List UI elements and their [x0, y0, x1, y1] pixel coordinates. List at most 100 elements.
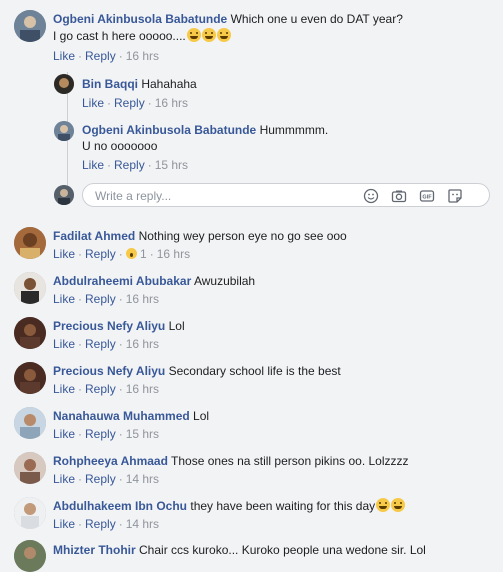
reply-link[interactable]: Reply — [85, 49, 116, 63]
avatar-image — [14, 272, 46, 304]
reply-link[interactable]: Reply — [114, 96, 145, 110]
comment-line-1: Ogbeni Akinbusola Babatunde Which one u … — [53, 11, 403, 27]
comment-author[interactable]: Precious Nefy Aliyu — [53, 364, 165, 378]
comment-line: Abdulraheemi Abubakar Awuzubilah — [53, 273, 255, 289]
avatar[interactable] — [14, 317, 46, 349]
avatar[interactable] — [14, 10, 46, 42]
separator: · — [78, 337, 83, 351]
grin-emoji-icon — [186, 28, 201, 42]
comment-actions: Like · Reply · 14 hrs — [53, 516, 159, 532]
avatar[interactable] — [14, 407, 46, 439]
reply-link[interactable]: Reply — [114, 158, 145, 172]
timestamp[interactable]: 14 hrs — [126, 472, 159, 486]
avatar[interactable] — [14, 540, 46, 572]
avatar[interactable] — [14, 362, 46, 394]
avatar[interactable] — [14, 227, 46, 259]
comment-line: Precious Nefy Aliyu Secondary school lif… — [53, 363, 341, 379]
reply-input[interactable] — [93, 187, 347, 205]
reply-actions: Like · Reply · 15 hrs — [82, 157, 188, 173]
avatar-image — [14, 317, 46, 349]
avatar[interactable] — [14, 272, 46, 304]
like-link[interactable]: Like — [53, 517, 75, 531]
gif-icon[interactable]: GIF — [419, 188, 435, 204]
separator: · — [118, 292, 123, 306]
separator: · — [118, 472, 123, 486]
reply-link[interactable]: Reply — [85, 382, 116, 396]
timestamp[interactable]: 16 hrs — [126, 382, 159, 396]
separator: · — [78, 292, 83, 306]
comment-text: Lol — [193, 409, 210, 423]
avatar-image — [14, 540, 46, 572]
separator: · — [107, 96, 112, 110]
avatar-image — [14, 227, 46, 259]
comment-text: Lol — [168, 319, 185, 333]
reply-line-2: U no ooooooo — [82, 138, 157, 154]
like-link[interactable]: Like — [53, 472, 75, 486]
avatar-image — [14, 362, 46, 394]
timestamp[interactable]: 16 hrs — [155, 96, 188, 110]
reply-link[interactable]: Reply — [85, 472, 116, 486]
like-link[interactable]: Like — [53, 247, 75, 261]
like-link[interactable]: Like — [53, 382, 75, 396]
comment-actions: Like · Reply · 14 hrs — [53, 471, 159, 487]
sticker-icon[interactable] — [447, 188, 463, 204]
avatar-image — [14, 452, 46, 484]
comment-author[interactable]: Abdulhakeem Ibn Ochu — [53, 499, 187, 513]
comment-text-continued: I go cast h here ooooo.... — [53, 29, 186, 43]
comment-author[interactable]: Ogbeni Akinbusola Babatunde — [53, 12, 227, 26]
separator: · — [118, 517, 123, 531]
comment-actions: Like · Reply · 16 hrs — [53, 291, 159, 307]
reply-line-1: Ogbeni Akinbusola Babatunde Hummmmm. — [82, 122, 328, 138]
surprised-reaction-icon[interactable] — [125, 248, 137, 259]
avatar[interactable] — [14, 452, 46, 484]
avatar[interactable] — [54, 74, 74, 94]
timestamp[interactable]: 16 hrs — [126, 292, 159, 306]
like-link[interactable]: Like — [53, 337, 75, 351]
reply-author[interactable]: Bin Baqqi — [82, 77, 138, 91]
separator: · — [147, 96, 152, 110]
like-link[interactable]: Like — [53, 427, 75, 441]
separator: · — [78, 517, 83, 531]
avatar[interactable] — [14, 497, 46, 529]
comment-author[interactable]: Precious Nefy Aliyu — [53, 319, 165, 333]
camera-icon[interactable] — [391, 188, 407, 204]
reply-link[interactable]: Reply — [85, 337, 116, 351]
timestamp[interactable]: 16 hrs — [126, 337, 159, 351]
comment-author[interactable]: Fadilat Ahmed — [53, 229, 135, 243]
reply-link[interactable]: Reply — [85, 247, 116, 261]
comment-author[interactable]: Mhizter Thohir — [53, 543, 136, 557]
like-link[interactable]: Like — [53, 292, 75, 306]
like-link[interactable]: Like — [82, 158, 104, 172]
like-link[interactable]: Like — [82, 96, 104, 110]
separator: · — [78, 427, 83, 441]
avatar[interactable] — [54, 121, 74, 141]
reply-text: Hummmmm. — [259, 123, 329, 137]
reply-link[interactable]: Reply — [85, 292, 116, 306]
separator: · — [78, 49, 83, 63]
like-link[interactable]: Like — [53, 49, 75, 63]
timestamp[interactable]: 16 hrs — [126, 49, 159, 63]
avatar-image — [54, 74, 74, 94]
grin-emoji-icon — [201, 28, 216, 42]
reply-link[interactable]: Reply — [85, 517, 116, 531]
separator: · — [149, 247, 154, 261]
comment-actions: Like · Reply · 15 hrs — [53, 426, 159, 442]
comment-text: Which one u even do DAT year? — [230, 12, 403, 26]
avatar-image — [54, 185, 74, 205]
reply-line: Bin Baqqi Hahahaha — [82, 76, 197, 92]
reply-text-continued: U no ooooooo — [82, 139, 158, 153]
comment-author[interactable]: Rohpheeya Ahmaad — [53, 454, 168, 468]
comment-text: Chair ccs kuroko... Kuroko people una we… — [139, 543, 426, 557]
timestamp[interactable]: 15 hrs — [155, 158, 188, 172]
comment-text: Secondary school life is the best — [168, 364, 341, 378]
reply-author[interactable]: Ogbeni Akinbusola Babatunde — [82, 123, 256, 137]
comment-author[interactable]: Nanahauwa Muhammed — [53, 409, 190, 423]
comment-author[interactable]: Abdulraheemi Abubakar — [53, 274, 191, 288]
reply-link[interactable]: Reply — [85, 427, 116, 441]
timestamp[interactable]: 14 hrs — [126, 517, 159, 531]
reaction-count[interactable]: 1 — [140, 247, 147, 261]
reply-composer[interactable]: GIF — [82, 183, 490, 207]
timestamp[interactable]: 16 hrs — [157, 247, 190, 261]
smiley-icon[interactable] — [363, 188, 379, 204]
timestamp[interactable]: 15 hrs — [126, 427, 159, 441]
